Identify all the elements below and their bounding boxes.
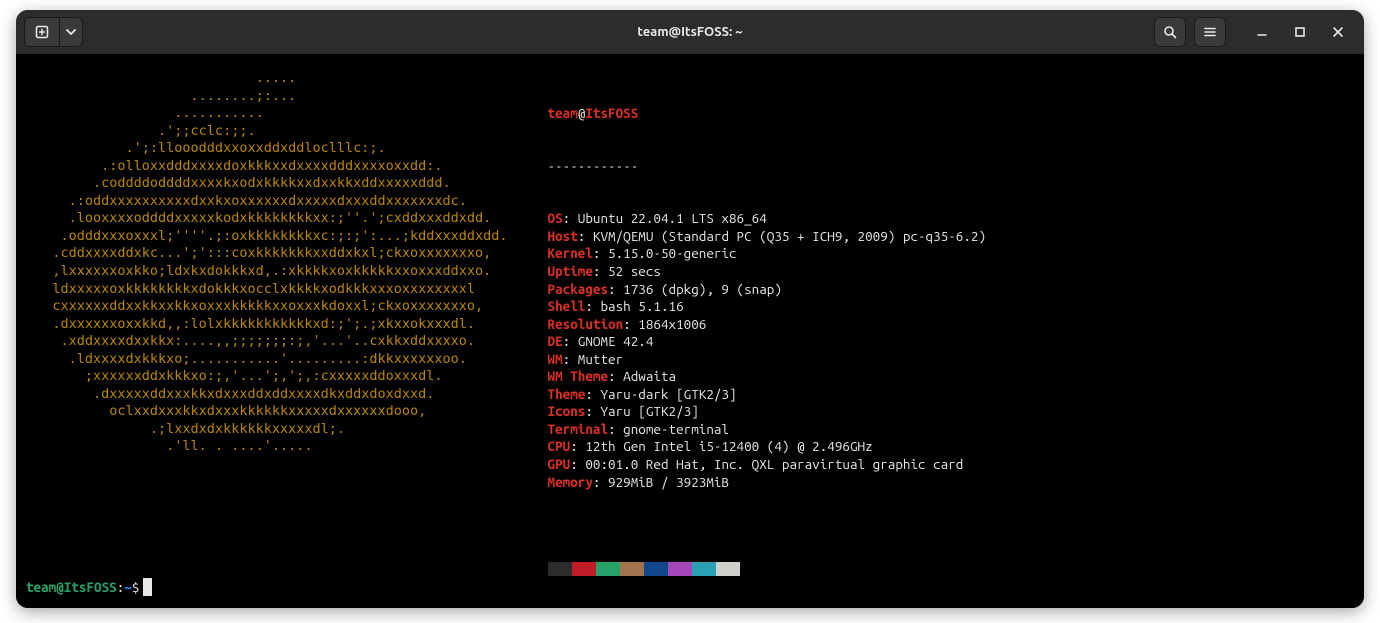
- prompt-line: team@ItsFOSS:~$: [26, 578, 152, 596]
- info-value: 12th Gen Intel i5-12400 (4) @ 2.496GHz: [585, 438, 872, 454]
- close-icon: [1332, 26, 1344, 38]
- info-value: 00:01.0 Red Hat, Inc. QXL paravirtual gr…: [585, 456, 963, 472]
- color-swatch: [668, 562, 692, 576]
- titlebar: team@ItsFOSS: ~: [16, 10, 1364, 54]
- terminal-body[interactable]: ..... ........;:... ........... .';;cclc…: [16, 54, 1364, 608]
- info-label: Terminal: [548, 421, 608, 437]
- info-label: WM: [548, 351, 563, 367]
- info-line: Kernel: 5.15.0-50-generic: [548, 245, 987, 263]
- info-label: OS: [548, 210, 563, 226]
- info-label: Packages: [548, 281, 608, 297]
- info-value: 1864x1006: [638, 316, 706, 332]
- ascii-logo: ..... ........;:... ........... .';;cclc…: [26, 70, 508, 456]
- info-label: CPU: [548, 438, 571, 454]
- hamburger-icon: [1203, 25, 1217, 39]
- info-value: Mutter: [578, 351, 623, 367]
- info-label: Theme: [548, 386, 586, 402]
- prompt-path: ~: [124, 579, 132, 595]
- info-label: Icons: [548, 403, 586, 419]
- color-swatch: [716, 562, 740, 576]
- close-button[interactable]: [1326, 20, 1350, 44]
- info-value: KVM/QEMU (Standard PC (Q35 + ICH9, 2009)…: [593, 228, 986, 244]
- titlebar-right-controls: [1154, 17, 1356, 47]
- info-value: 1736 (dpkg), 9 (snap): [623, 281, 782, 297]
- prompt-dollar: $: [132, 579, 140, 595]
- info-value: 929MiB / 3923MiB: [608, 474, 729, 490]
- info-value: Adwaita: [623, 368, 676, 384]
- info-value: Yaru [GTK2/3]: [600, 403, 698, 419]
- info-value: bash 5.1.16: [600, 298, 683, 314]
- info-line: CPU: 12th Gen Intel i5-12400 (4) @ 2.496…: [548, 438, 987, 456]
- info-label: Kernel: [548, 245, 593, 261]
- info-value: Yaru-dark [GTK2/3]: [600, 386, 736, 402]
- neofetch-output: ..... ........;:... ........... .';;cclc…: [26, 70, 1354, 608]
- info-label: GPU: [548, 456, 571, 472]
- info-label: Resolution: [548, 316, 624, 332]
- tab-dropdown-button[interactable]: [59, 17, 83, 47]
- info-host: ItsFOSS: [585, 105, 638, 121]
- info-label: Uptime: [548, 263, 593, 279]
- hamburger-menu-button[interactable]: [1194, 17, 1226, 47]
- minimize-icon: [1256, 26, 1268, 38]
- terminal-window: team@ItsFOSS: ~: [16, 10, 1364, 608]
- info-line: Packages: 1736 (dpkg), 9 (snap): [548, 281, 987, 299]
- color-swatch: [596, 562, 620, 576]
- search-button[interactable]: [1154, 17, 1186, 47]
- titlebar-left-controls: [24, 17, 83, 47]
- minimize-button[interactable]: [1250, 20, 1274, 44]
- info-label: WM Theme: [548, 368, 608, 384]
- color-swatch: [692, 562, 716, 576]
- info-line: WM Theme: Adwaita: [548, 368, 987, 386]
- color-swatch: [548, 562, 572, 576]
- info-line: Host: KVM/QEMU (Standard PC (Q35 + ICH9,…: [548, 228, 987, 246]
- info-line: Uptime: 52 secs: [548, 263, 987, 281]
- info-line: Shell: bash 5.1.16: [548, 298, 987, 316]
- info-label: Host: [548, 228, 578, 244]
- cursor: [143, 578, 152, 596]
- info-value: GNOME 42.4: [578, 333, 654, 349]
- info-line: Resolution: 1864x1006: [548, 316, 987, 334]
- prompt-colon: :: [117, 579, 125, 595]
- color-swatch: [620, 562, 644, 576]
- info-label: DE: [548, 333, 563, 349]
- color-swatch: [572, 562, 596, 576]
- info-line: OS: Ubuntu 22.04.1 LTS x86_64: [548, 210, 987, 228]
- info-header: team@ItsFOSS: [548, 105, 987, 123]
- info-line: DE: GNOME 42.4: [548, 333, 987, 351]
- info-label: Shell: [548, 298, 586, 314]
- info-value: 5.15.0-50-generic: [608, 245, 737, 261]
- chevron-down-icon: [66, 27, 76, 37]
- color-palette-dark: [548, 562, 987, 576]
- window-controls: [1244, 20, 1356, 44]
- search-icon: [1163, 25, 1177, 39]
- info-line: GPU: 00:01.0 Red Hat, Inc. QXL paravirtu…: [548, 456, 987, 474]
- info-label: Memory: [548, 474, 593, 490]
- info-line: WM: Mutter: [548, 351, 987, 369]
- maximize-icon: [1294, 26, 1306, 38]
- info-line: Icons: Yaru [GTK2/3]: [548, 403, 987, 421]
- info-line: Theme: Yaru-dark [GTK2/3]: [548, 386, 987, 404]
- color-swatch: [644, 562, 668, 576]
- maximize-button[interactable]: [1288, 20, 1312, 44]
- info-line: Terminal: gnome-terminal: [548, 421, 987, 439]
- info-divider: ------------: [548, 158, 987, 176]
- info-line: Memory: 929MiB / 3923MiB: [548, 474, 987, 492]
- info-value: Ubuntu 22.04.1 LTS x86_64: [578, 210, 767, 226]
- info-value: gnome-terminal: [623, 421, 729, 437]
- info-value: 52 secs: [608, 263, 661, 279]
- new-tab-button[interactable]: [24, 17, 59, 47]
- info-user: team: [548, 105, 578, 121]
- system-info: team@ItsFOSS ------------ OS: Ubuntu 22.…: [548, 70, 987, 608]
- prompt-user: team@ItsFOSS: [26, 579, 117, 595]
- new-tab-icon: [35, 25, 49, 39]
